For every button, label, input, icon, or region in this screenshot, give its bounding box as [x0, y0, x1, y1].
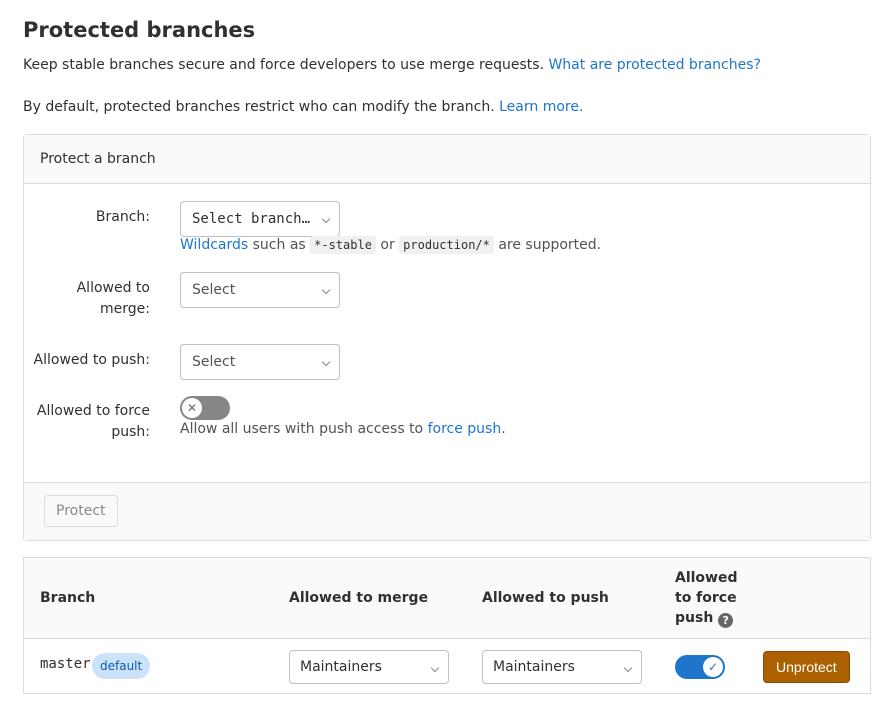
- card-footer: Protect: [24, 482, 870, 540]
- table-header: Branch Allowed to merge Allowed to push …: [24, 558, 870, 639]
- unprotect-button[interactable]: Unprotect: [763, 651, 850, 683]
- protect-branch-card: Protect a branch Branch: Select branch… …: [23, 134, 871, 541]
- default-paragraph: By default, protected branches restrict …: [23, 99, 583, 115]
- wildcards-text-2: or: [380, 237, 395, 253]
- merge-label-line-1: Allowed to: [76, 280, 150, 296]
- merge-select-value: Select: [192, 282, 236, 298]
- default-badge: default: [92, 653, 151, 679]
- close-icon: ✕: [182, 398, 202, 418]
- force-header-line-1: Allowed: [675, 570, 738, 586]
- branch-label: Branch:: [95, 209, 150, 225]
- force-help-text: Allow all users with push access to: [180, 421, 424, 437]
- chevron-down-icon: [623, 663, 633, 673]
- wildcard-example-1: *-stable: [310, 236, 376, 254]
- chevron-down-icon: [430, 663, 440, 673]
- push-select-value: Select: [192, 354, 236, 370]
- page: Protected branches Keep stable branches …: [0, 0, 892, 711]
- intro-text: Keep stable branches secure and force de…: [23, 57, 545, 73]
- wildcards-text-1: such as: [252, 237, 306, 253]
- column-header-force-push: Allowed to force push ?: [675, 568, 738, 628]
- chevron-down-icon: [321, 357, 331, 367]
- wildcard-example-2: production/*: [399, 236, 494, 254]
- force-push-help: Allow all users with push access to forc…: [180, 421, 506, 437]
- card-header: Protect a branch: [24, 135, 870, 184]
- wildcards-link[interactable]: Wildcards: [180, 237, 248, 253]
- force-header-line-3: push: [675, 610, 714, 626]
- row-force-push-toggle[interactable]: ✓: [675, 655, 725, 679]
- protected-branches-table: Branch Allowed to merge Allowed to push …: [23, 557, 871, 694]
- chevron-down-icon: [321, 214, 331, 224]
- force-push-label: Allowed to force push:: [24, 401, 150, 443]
- default-text: By default, protected branches restrict …: [23, 99, 495, 115]
- push-select[interactable]: Select: [180, 344, 340, 380]
- force-push-toggle[interactable]: ✕: [180, 396, 230, 420]
- intro-paragraph: Keep stable branches secure and force de…: [23, 57, 761, 73]
- push-label: Allowed to push:: [33, 352, 150, 368]
- wildcards-text-3: are supported.: [498, 237, 602, 253]
- row-push-value: Maintainers: [493, 659, 575, 675]
- branch-select-value: Select branch…: [192, 211, 311, 227]
- merge-label-line-2: merge:: [100, 301, 150, 317]
- check-icon: ✓: [703, 657, 723, 677]
- column-header-merge: Allowed to merge: [289, 590, 429, 606]
- chevron-down-icon: [321, 285, 331, 295]
- column-header-branch: Branch: [40, 590, 96, 606]
- merge-label: Allowed to merge:: [24, 278, 150, 320]
- table-row: master default Maintainers Maintainers ✓…: [24, 639, 870, 693]
- branch-name: master: [40, 656, 91, 672]
- wildcards-help: Wildcards such as *-stable or production…: [180, 236, 602, 254]
- row-merge-select[interactable]: Maintainers: [289, 650, 449, 684]
- page-title: Protected branches: [23, 18, 256, 42]
- row-merge-value: Maintainers: [300, 659, 382, 675]
- force-push-link[interactable]: force push: [428, 421, 502, 437]
- force-label-line-2: push:: [111, 424, 150, 440]
- learn-more-link[interactable]: Learn more.: [499, 99, 583, 115]
- merge-select[interactable]: Select: [180, 272, 340, 308]
- question-circle-icon[interactable]: ?: [718, 613, 734, 628]
- protect-button[interactable]: Protect: [44, 495, 118, 527]
- force-help-period: .: [501, 421, 506, 437]
- column-header-push: Allowed to push: [482, 590, 609, 606]
- force-label-line-1: Allowed to force: [36, 403, 150, 419]
- protected-branches-help-link[interactable]: What are protected branches?: [548, 57, 760, 73]
- force-header-line-2: to force: [675, 590, 737, 606]
- branch-select[interactable]: Select branch…: [180, 201, 340, 237]
- row-push-select[interactable]: Maintainers: [482, 650, 642, 684]
